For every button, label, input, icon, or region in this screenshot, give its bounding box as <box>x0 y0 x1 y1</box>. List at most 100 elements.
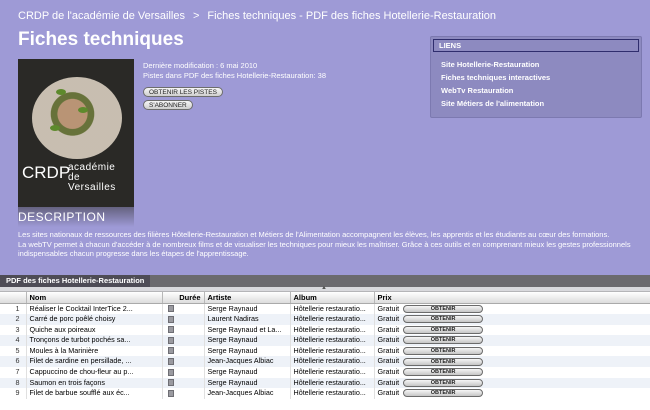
table-row[interactable]: 9 Filet de barbue soufflé aux éc... Jean… <box>0 388 650 399</box>
row-name: Moules à la Marinière <box>26 345 163 357</box>
row-duration <box>162 335 205 346</box>
row-artist: Serge Raynaud <box>204 367 291 378</box>
table-row[interactable]: 6 Filet de sardine en persillade, ... Je… <box>0 356 650 368</box>
row-album: Hôtellerie restauratio... <box>290 367 375 378</box>
row-name-text: Saumon en trois façons <box>29 377 106 387</box>
price-text: Gratuit <box>377 345 400 355</box>
artwork-logo: CRDP académie de Versailles <box>22 163 115 193</box>
get-button[interactable]: OBTENIR <box>403 378 484 387</box>
document-icon <box>167 336 174 344</box>
description-paragraph-1: Les sites nationaux de ressources des fi… <box>18 230 610 239</box>
row-artist: Serge Raynaud <box>204 345 291 357</box>
row-index: 6 <box>0 356 27 368</box>
row-name: Tronçons de turbot pochés sa... <box>26 335 163 346</box>
price-text: Gratuit <box>377 356 400 366</box>
row-index: 1 <box>0 303 27 315</box>
link-metiers-alimentation[interactable]: Site Métiers de l'alimentation <box>441 97 641 110</box>
row-name-text: Filet de sardine en persillade, ... <box>29 356 132 366</box>
row-album: Hôtellerie restauratio... <box>290 335 375 346</box>
artwork-subtitle-2: Versailles <box>68 182 116 193</box>
row-name-text: Quiche aux poireaux <box>29 324 96 334</box>
row-artist: Serge Raynaud <box>204 335 291 346</box>
album-artwork: CRDP académie de Versailles <box>18 59 134 207</box>
breadcrumb-link-crdp[interactable]: CRDP de l'académie de Versailles <box>18 10 185 22</box>
price-text: Gratuit <box>377 388 400 398</box>
col-header-index[interactable] <box>0 292 27 304</box>
breadcrumb-current: Fiches techniques - PDF des fiches Hotel… <box>207 10 496 22</box>
row-price: Gratuit OBTENIR <box>374 377 650 389</box>
row-name-text: Filet de barbue soufflé aux éc... <box>29 388 130 398</box>
row-index: 9 <box>0 388 27 399</box>
row-price: Gratuit OBTENIR <box>374 367 650 378</box>
row-price: Gratuit OBTENIR <box>374 356 650 368</box>
col-header-price[interactable]: Prix <box>374 292 650 304</box>
link-hotellerie-site[interactable]: Site Hotellerie-Restauration <box>441 58 641 71</box>
row-artist: Serge Raynaud et La... <box>204 324 291 336</box>
row-duration <box>162 324 205 336</box>
col-header-name[interactable]: Nom <box>26 292 163 304</box>
artwork-subtitle-1: académie de <box>68 162 116 183</box>
row-price: Gratuit OBTENIR <box>374 303 650 315</box>
row-name-text: Carré de porc poêlé choisy <box>29 314 116 324</box>
row-artist: Serge Raynaud <box>204 303 291 315</box>
get-button[interactable]: OBTENIR <box>403 357 484 366</box>
row-artist: Jean-Jacques Albiac <box>204 388 291 399</box>
row-index: 7 <box>0 367 27 378</box>
row-price: Gratuit OBTENIR <box>374 335 650 346</box>
document-icon <box>167 379 174 387</box>
subscribe-button[interactable]: S'ABONNER <box>143 100 193 110</box>
get-button[interactable]: OBTENIR <box>403 336 484 345</box>
artwork-dish-image <box>32 77 122 159</box>
row-artist: Laurent Nadiras <box>204 314 291 325</box>
tab-pdf-fiches[interactable]: PDF des fiches Hotellerie-Restauration <box>0 275 151 287</box>
podcast-meta: Dernière modification : 6 mai 2010 Piste… <box>143 61 326 81</box>
get-button[interactable]: OBTENIR <box>403 304 484 313</box>
page-title: Fiches techniques <box>18 29 184 50</box>
row-index: 5 <box>0 345 27 357</box>
row-index: 4 <box>0 335 27 346</box>
table-row[interactable]: 1 Réaliser le Cocktail InterTice 2... Se… <box>0 303 650 315</box>
get-tracks-button[interactable]: OBTENIR LES PISTES <box>143 87 223 97</box>
row-album: Hôtellerie restauratio... <box>290 303 375 315</box>
table-row[interactable]: 5 Moules à la Marinière Serge Raynaud Hô… <box>0 345 650 357</box>
link-webtv[interactable]: WebTv Restauration <box>441 84 641 97</box>
link-fiches-interactives[interactable]: Fiches techniques interactives <box>441 71 641 84</box>
row-index: 3 <box>0 324 27 336</box>
get-button[interactable]: OBTENIR <box>403 389 484 398</box>
get-button[interactable]: OBTENIR <box>403 346 484 355</box>
row-name: Filet de sardine en persillade, ... <box>26 356 163 368</box>
document-icon <box>167 326 174 334</box>
row-price: Gratuit OBTENIR <box>374 388 650 399</box>
description-text: Les sites nationaux de ressources des fi… <box>18 230 638 259</box>
get-button[interactable]: OBTENIR <box>403 325 484 334</box>
row-index: 2 <box>0 314 27 325</box>
document-icon <box>167 305 174 313</box>
col-header-duration[interactable]: Durée <box>162 292 205 304</box>
table-row[interactable]: 7 Cappuccino de chou-fleur au p... Serge… <box>0 367 650 378</box>
document-icon <box>167 315 174 323</box>
row-name: Cappuccino de chou-fleur au p... <box>26 367 163 378</box>
row-name: Filet de barbue soufflé aux éc... <box>26 388 163 399</box>
col-header-album[interactable]: Album <box>290 292 375 304</box>
row-duration <box>162 367 205 378</box>
col-header-artist[interactable]: Artiste <box>204 292 291 304</box>
table-row[interactable]: 2 Carré de porc poêlé choisy Laurent Nad… <box>0 314 650 325</box>
description-heading: DESCRIPTION <box>18 210 106 224</box>
price-text: Gratuit <box>377 377 400 387</box>
row-price: Gratuit OBTENIR <box>374 345 650 357</box>
row-duration <box>162 345 205 357</box>
row-artist: Jean-Jacques Albiac <box>204 356 291 368</box>
get-button[interactable]: OBTENIR <box>403 368 484 377</box>
row-duration <box>162 356 205 368</box>
row-album: Hôtellerie restauratio... <box>290 314 375 325</box>
row-name-text: Moules à la Marinière <box>29 345 99 355</box>
table-row[interactable]: 3 Quiche aux poireaux Serge Raynaud et L… <box>0 324 650 336</box>
row-name: Réaliser le Cocktail InterTice 2... <box>26 303 163 315</box>
breadcrumb-separator: > <box>192 10 200 22</box>
row-duration <box>162 303 205 315</box>
links-panel: LIENS Site Hotellerie-Restauration Fiche… <box>430 36 642 118</box>
get-button[interactable]: OBTENIR <box>403 315 484 324</box>
row-duration <box>162 377 205 389</box>
table-row[interactable]: 8 Saumon en trois façons Serge Raynaud H… <box>0 377 650 389</box>
table-row[interactable]: 4 Tronçons de turbot pochés sa... Serge … <box>0 335 650 346</box>
